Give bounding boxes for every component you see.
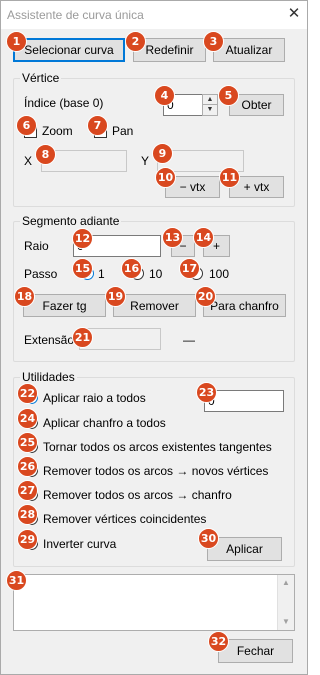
util-option-apply-chamfer: Aplicar chanfro a todos bbox=[43, 416, 166, 430]
utilities-group-title: Utilidades bbox=[20, 370, 77, 384]
segment-group-title: Segmento adiante bbox=[20, 214, 122, 228]
output-scrollbar[interactable]: ▲ ▼ bbox=[277, 575, 294, 630]
extension-dash: — bbox=[183, 333, 195, 347]
util-option-reverse-curve: Inverter curva bbox=[43, 537, 117, 551]
badge-19: 19 bbox=[105, 286, 126, 307]
badge-22: 22 bbox=[17, 383, 38, 404]
badge-16: 16 bbox=[121, 258, 142, 279]
badge-2: 2 bbox=[125, 31, 146, 52]
step-label: Passo bbox=[24, 267, 58, 281]
badge-20: 20 bbox=[195, 286, 216, 307]
badge-24: 24 bbox=[17, 408, 38, 429]
badge-4: 4 bbox=[154, 85, 175, 106]
step-label-1: 1 bbox=[98, 267, 105, 281]
badge-15: 15 bbox=[72, 258, 93, 279]
badge-7: 7 bbox=[87, 115, 108, 136]
badge-25: 25 bbox=[17, 432, 38, 453]
make-tangent-button[interactable]: Fazer tg bbox=[23, 294, 106, 317]
scroll-down-icon[interactable]: ▼ bbox=[278, 617, 294, 626]
util-option-tangent-arcs: Tornar todos os arcos existentes tangent… bbox=[43, 440, 272, 454]
title-bar: Assistente de curva única ✕ bbox=[1, 1, 307, 29]
badge-26: 26 bbox=[17, 456, 38, 477]
util-option-arcs-to-chamfer: Remover todos os arcos → chanfro bbox=[43, 488, 232, 502]
close-window-icon[interactable]: ✕ bbox=[286, 4, 302, 24]
badge-17: 17 bbox=[179, 258, 200, 279]
badge-9: 9 bbox=[152, 143, 173, 164]
pan-label: Pan bbox=[112, 124, 134, 138]
badge-30: 30 bbox=[198, 528, 219, 549]
badge-28: 28 bbox=[17, 504, 38, 525]
step-label-100: 100 bbox=[209, 267, 230, 281]
badge-18: 18 bbox=[14, 286, 35, 307]
badge-11: 11 bbox=[219, 167, 240, 188]
zoom-label: Zoom bbox=[42, 124, 73, 138]
index-label: Índice (base 0) bbox=[24, 96, 104, 110]
close-button[interactable]: Fechar bbox=[218, 639, 293, 663]
badge-3: 3 bbox=[203, 31, 224, 52]
badge-1: 1 bbox=[6, 31, 27, 52]
badge-32: 32 bbox=[208, 631, 229, 652]
badge-29: 29 bbox=[17, 529, 38, 550]
badge-23: 23 bbox=[196, 382, 217, 403]
util-option-remove-coincident: Remover vértices coincidentes bbox=[43, 512, 207, 526]
badge-14: 14 bbox=[193, 227, 214, 248]
badge-5: 5 bbox=[218, 85, 239, 106]
y-label: Y bbox=[141, 154, 150, 168]
spin-down-icon[interactable]: ▼ bbox=[203, 105, 217, 115]
badge-8: 8 bbox=[35, 144, 56, 165]
assistant-window: Assistente de curva única ✕ Selecionar c… bbox=[0, 0, 308, 675]
radius-label: Raio bbox=[24, 239, 49, 253]
badge-31: 31 bbox=[6, 570, 27, 591]
util-option-apply-radius: Aplicar raio a todos bbox=[43, 391, 146, 405]
x-label: X bbox=[24, 154, 33, 168]
scroll-up-icon[interactable]: ▲ bbox=[278, 578, 294, 587]
util-option-arcs-to-vertices: Remover todos os arcos → novos vértices bbox=[43, 464, 269, 478]
select-curve-button[interactable]: Selecionar curva bbox=[13, 38, 125, 62]
badge-10: 10 bbox=[155, 167, 176, 188]
vertex-group-title: Vértice bbox=[20, 71, 62, 85]
index-spinner[interactable]: ▲ ▼ bbox=[202, 94, 218, 116]
badge-6: 6 bbox=[16, 115, 37, 136]
badge-27: 27 bbox=[17, 480, 38, 501]
badge-21: 21 bbox=[72, 327, 93, 348]
badge-13: 13 bbox=[162, 227, 183, 248]
extension-label: Extensão bbox=[24, 333, 75, 347]
window-title: Assistente de curva única bbox=[7, 8, 144, 22]
spin-up-icon[interactable]: ▲ bbox=[203, 95, 217, 105]
output-textarea[interactable]: ▲ ▼ bbox=[13, 574, 295, 631]
step-label-10: 10 bbox=[149, 267, 163, 281]
badge-12: 12 bbox=[72, 228, 93, 249]
